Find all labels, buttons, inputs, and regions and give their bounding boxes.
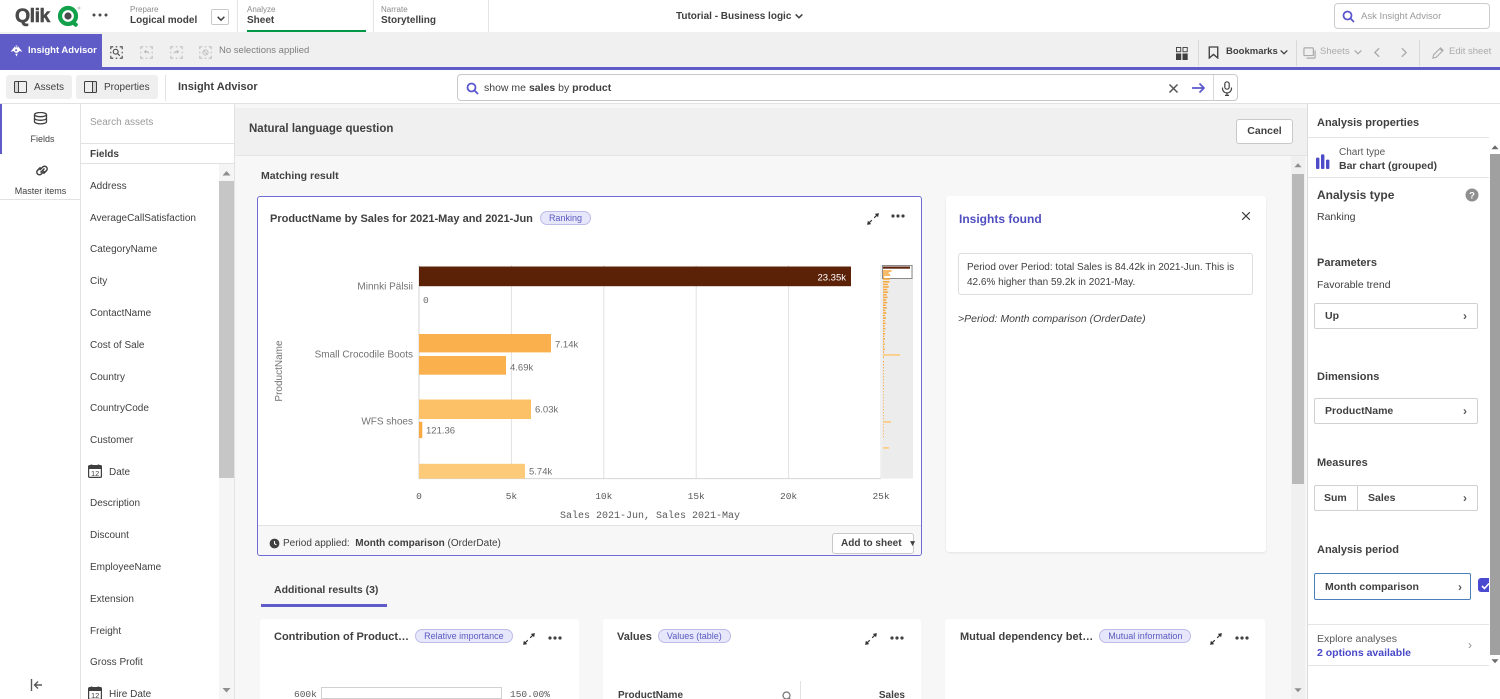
svg-text:5k: 5k bbox=[506, 491, 518, 502]
svg-text:ProductName: ProductName bbox=[274, 340, 285, 402]
svg-text:4.69k: 4.69k bbox=[510, 363, 533, 374]
svg-text:WFS shoes: WFS shoes bbox=[361, 417, 413, 428]
svg-text:7.14k: 7.14k bbox=[555, 340, 578, 351]
svg-text:0: 0 bbox=[423, 295, 429, 306]
svg-text:?: ? bbox=[1469, 191, 1475, 202]
svg-text:25k: 25k bbox=[872, 491, 889, 502]
svg-text:15k: 15k bbox=[688, 491, 705, 502]
svg-text:5.74k: 5.74k bbox=[529, 467, 552, 478]
svg-text:12: 12 bbox=[91, 469, 99, 478]
svg-text:Sales 2021-Jun, Sales 2021-May: Sales 2021-Jun, Sales 2021-May bbox=[560, 510, 740, 522]
svg-text:23.35k: 23.35k bbox=[817, 273, 846, 284]
svg-text:121.36: 121.36 bbox=[426, 426, 455, 437]
svg-text:0: 0 bbox=[416, 491, 422, 502]
svg-text:6.03k: 6.03k bbox=[535, 405, 558, 416]
svg-text:Small Crocodile Boots: Small Crocodile Boots bbox=[315, 350, 413, 361]
svg-text:10k: 10k bbox=[595, 491, 612, 502]
svg-text:Minnki Pälsii: Minnki Pälsii bbox=[357, 282, 413, 293]
svg-text:12: 12 bbox=[91, 691, 99, 699]
svg-text:Qlik: Qlik bbox=[15, 5, 51, 27]
svg-text:20k: 20k bbox=[780, 491, 797, 502]
